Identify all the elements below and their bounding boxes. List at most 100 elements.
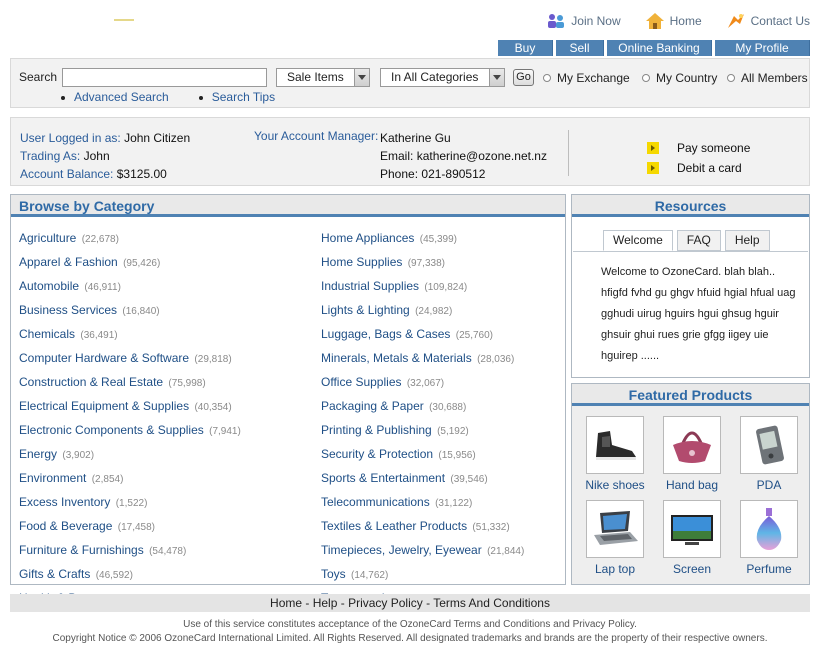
nav-buy[interactable]: Buy xyxy=(498,40,553,56)
pay-someone-link[interactable]: Pay someone xyxy=(647,138,750,158)
category-item[interactable]: Food & Beverage (17,458) xyxy=(19,515,241,539)
nav-sell[interactable]: Sell xyxy=(556,40,604,56)
category-item[interactable]: Computer Hardware & Software (29,818) xyxy=(19,347,241,371)
category-name[interactable]: Food & Beverage xyxy=(19,519,112,533)
category-name[interactable]: Security & Protection xyxy=(321,447,433,461)
nav-online-banking[interactable]: Online Banking xyxy=(607,40,712,56)
category-name[interactable]: Toys xyxy=(321,567,346,581)
category-name[interactable]: Energy xyxy=(19,447,57,461)
footer-help-link[interactable]: Help xyxy=(313,596,338,610)
category-name[interactable]: Environment xyxy=(19,471,86,485)
account-info: User Logged in as: John Citizen Trading … xyxy=(20,129,190,183)
category-item[interactable]: Sports & Entertainment (39,546) xyxy=(321,467,524,491)
category-count: (32,067) xyxy=(406,378,445,389)
category-name[interactable]: Apparel & Fashion xyxy=(19,255,118,269)
footer-home-link[interactable]: Home xyxy=(270,596,302,610)
category-select[interactable]: In All Categories xyxy=(380,68,505,87)
category-count: (31,122) xyxy=(435,498,473,509)
nav-my-profile[interactable]: My Profile xyxy=(715,40,810,56)
search-input[interactable] xyxy=(62,68,267,87)
category-count: (2,854) xyxy=(91,474,124,485)
category-name[interactable]: Chemicals xyxy=(19,327,75,341)
category-name[interactable]: Luggage, Bags & Cases xyxy=(321,327,450,341)
category-name[interactable]: Furniture & Furnishings xyxy=(19,543,144,557)
manager-name: Katherine Gu xyxy=(380,131,451,145)
category-item[interactable]: Printing & Publishing (5,192) xyxy=(321,419,524,443)
category-item[interactable]: Textiles & Leather Products (51,332) xyxy=(321,515,524,539)
bullet-icon xyxy=(61,95,65,100)
category-item[interactable]: Environment (2,854) xyxy=(19,467,241,491)
footer-terms-link[interactable]: Terms And Conditions xyxy=(433,596,550,610)
category-name[interactable]: Business Services xyxy=(19,303,117,317)
manager-email[interactable]: katherine@ozone.net.nz xyxy=(417,149,547,163)
category-item[interactable]: Home Appliances (45,399) xyxy=(321,227,524,251)
search-tips-link[interactable]: Search Tips xyxy=(212,90,275,104)
category-name[interactable]: Office Supplies xyxy=(321,375,402,389)
category-item[interactable]: Luggage, Bags & Cases (25,760) xyxy=(321,323,524,347)
category-item[interactable]: Energy (3,902) xyxy=(19,443,241,467)
product-hand-bag[interactable]: Hand bag xyxy=(663,416,721,492)
product-label: Hand bag xyxy=(665,478,719,492)
category-item[interactable]: Lights & Lighting (24,982) xyxy=(321,299,524,323)
category-name[interactable]: Timepieces, Jewelry, Eyewear xyxy=(321,543,482,557)
category-name[interactable]: Minerals, Metals & Materials xyxy=(321,351,472,365)
contact-us-link[interactable]: Contact Us xyxy=(726,12,810,30)
category-item[interactable]: Automobile (46,911) xyxy=(19,275,241,299)
category-name[interactable]: Telecommunications xyxy=(321,495,430,509)
category-item[interactable]: Apparel & Fashion (95,426) xyxy=(19,251,241,275)
category-name[interactable]: Excess Inventory xyxy=(19,495,110,509)
tab-faq[interactable]: FAQ xyxy=(676,230,721,251)
radio-my-exchange[interactable]: My Exchange xyxy=(543,71,630,85)
debit-card-link[interactable]: Debit a card xyxy=(647,158,750,178)
category-name[interactable]: Gifts & Crafts xyxy=(19,567,90,581)
category-name[interactable]: Agriculture xyxy=(19,231,76,245)
home-link[interactable]: Home xyxy=(645,12,702,30)
radio-my-country[interactable]: My Country xyxy=(642,71,717,85)
category-name[interactable]: Automobile xyxy=(19,279,79,293)
category-item[interactable]: Office Supplies (32,067) xyxy=(321,371,524,395)
join-now-link[interactable]: Join Now xyxy=(546,13,621,29)
category-item[interactable]: Gifts & Crafts (46,592) xyxy=(19,563,241,587)
category-item[interactable]: Toys (14,762) xyxy=(321,563,524,587)
advanced-search-link[interactable]: Advanced Search xyxy=(74,90,169,104)
category-item[interactable]: Electrical Equipment & Supplies (40,354) xyxy=(19,395,241,419)
product-perfume[interactable]: Perfume xyxy=(740,500,798,576)
category-item[interactable]: Business Services (16,840) xyxy=(19,299,241,323)
category-item[interactable]: Excess Inventory (1,522) xyxy=(19,491,241,515)
category-item[interactable]: Chemicals (36,491) xyxy=(19,323,241,347)
radio-all-members[interactable]: All Members xyxy=(727,71,808,85)
category-name[interactable]: Electrical Equipment & Supplies xyxy=(19,399,189,413)
footer-privacy-link[interactable]: Privacy Policy xyxy=(348,596,423,610)
product-lap-top[interactable]: Lap top xyxy=(586,500,644,576)
category-item[interactable]: Minerals, Metals & Materials (28,036) xyxy=(321,347,524,371)
category-name[interactable]: Home Appliances xyxy=(321,231,414,245)
category-name[interactable]: Construction & Real Estate xyxy=(19,375,163,389)
category-name[interactable]: Textiles & Leather Products xyxy=(321,519,467,533)
people-icon xyxy=(546,13,566,29)
category-item[interactable]: Electronic Components & Supplies (7,941) xyxy=(19,419,241,443)
category-item[interactable]: Timepieces, Jewelry, Eyewear (21,844) xyxy=(321,539,524,563)
category-name[interactable]: Printing & Publishing xyxy=(321,423,432,437)
category-name[interactable]: Industrial Supplies xyxy=(321,279,419,293)
category-name[interactable]: Sports & Entertainment xyxy=(321,471,445,485)
product-nike-shoes[interactable]: Nike shoes xyxy=(585,416,645,492)
category-item[interactable]: Industrial Supplies (109,824) xyxy=(321,275,524,299)
category-name[interactable]: Lights & Lighting xyxy=(321,303,410,317)
sale-type-select[interactable]: Sale Items xyxy=(276,68,370,87)
category-item[interactable]: Construction & Real Estate (75,998) xyxy=(19,371,241,395)
category-item[interactable]: Packaging & Paper (30,688) xyxy=(321,395,524,419)
category-name[interactable]: Electronic Components & Supplies xyxy=(19,423,204,437)
category-item[interactable]: Security & Protection (15,956) xyxy=(321,443,524,467)
category-name[interactable]: Home Supplies xyxy=(321,255,402,269)
tab-welcome[interactable]: Welcome xyxy=(603,230,673,251)
category-item[interactable]: Telecommunications (31,122) xyxy=(321,491,524,515)
category-item[interactable]: Home Supplies (97,338) xyxy=(321,251,524,275)
category-name[interactable]: Computer Hardware & Software xyxy=(19,351,189,365)
category-item[interactable]: Furniture & Furnishings (54,478) xyxy=(19,539,241,563)
category-item[interactable]: Agriculture (22,678) xyxy=(19,227,241,251)
category-name[interactable]: Packaging & Paper xyxy=(321,399,424,413)
go-button[interactable]: Go xyxy=(513,69,534,86)
product-screen[interactable]: Screen xyxy=(663,500,721,576)
tab-help[interactable]: Help xyxy=(724,230,770,251)
product-pda[interactable]: PDA xyxy=(740,416,798,492)
